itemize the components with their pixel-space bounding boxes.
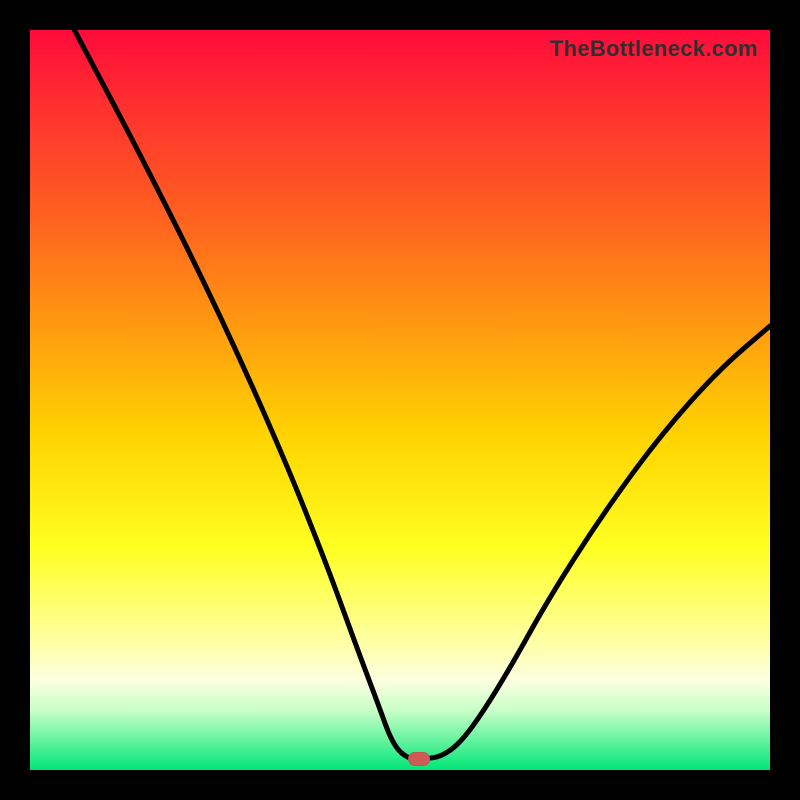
chart-frame: TheBottleneck.com bbox=[0, 0, 800, 800]
plot-area: TheBottleneck.com bbox=[30, 30, 770, 770]
balance-point-marker bbox=[408, 752, 430, 766]
bottleneck-curve bbox=[30, 30, 770, 770]
